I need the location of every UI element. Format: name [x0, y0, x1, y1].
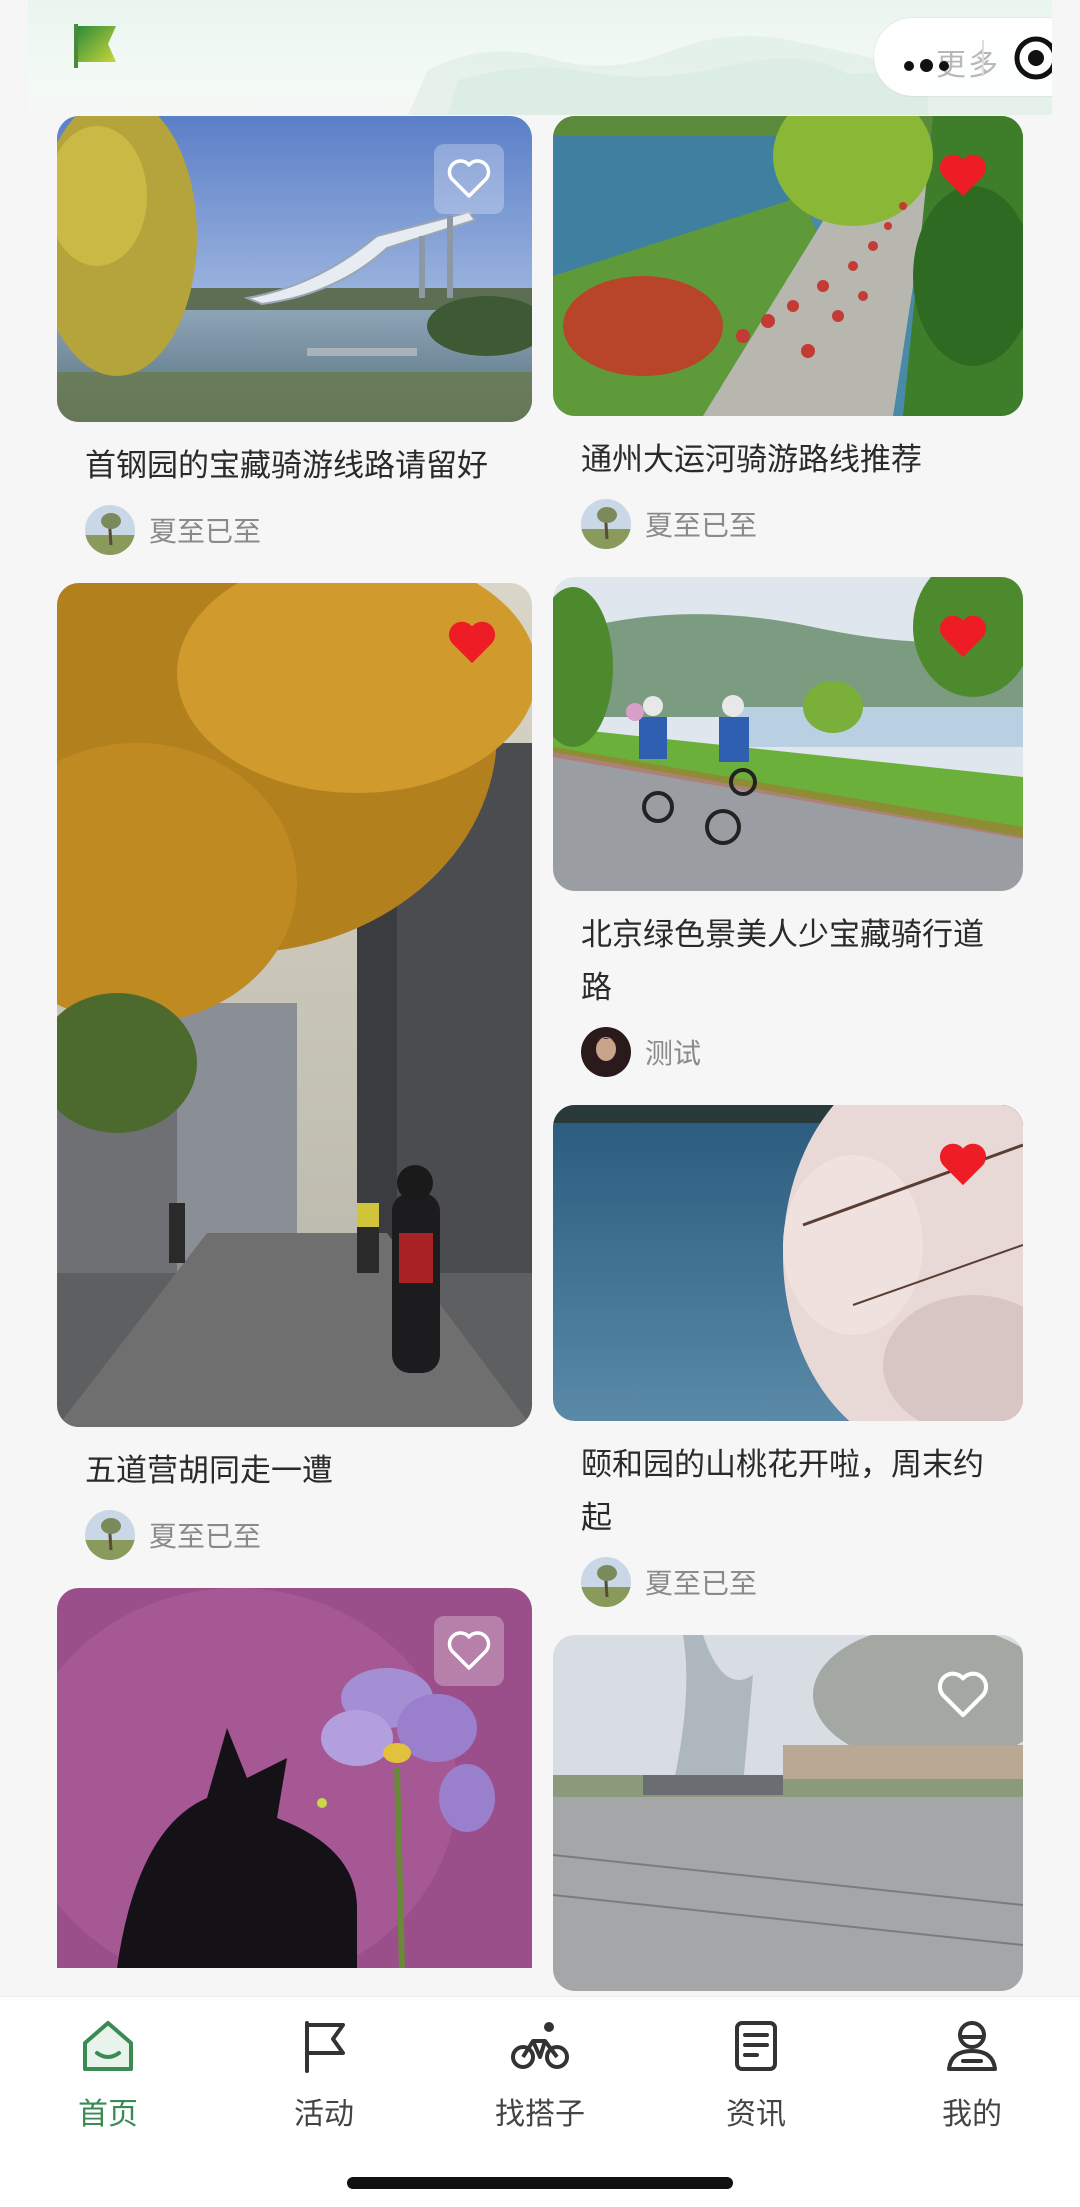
flag-icon [305, 2021, 345, 2073]
heart-filled-icon[interactable] [937, 1141, 989, 1189]
bottom-tab-bar: 首页 活动 找搭子 资讯 我的 [0, 1996, 1080, 2207]
post-card[interactable]: 北京绿色景美人少宝藏骑行道路 测试 [553, 577, 1023, 1079]
heart-outline-icon[interactable] [937, 1671, 989, 1719]
post-author: 夏至已至 [645, 509, 758, 542]
capsule-divider [982, 40, 984, 76]
feed-column-left: 首钢园的宝藏骑游线路请留好 夏至已至 五道营胡同走一遭 夏至已至 [57, 116, 532, 1994]
tab-label: 活动 [294, 2097, 354, 2132]
tab-label: 我的 [942, 2097, 1002, 2132]
post-author: 夏至已至 [149, 515, 262, 548]
post-card[interactable] [553, 1635, 1023, 1991]
heart-outline-icon [447, 159, 491, 198]
tab-label: 找搭子 [495, 2097, 585, 2132]
post-card[interactable] [57, 1588, 532, 1968]
post-card[interactable]: 通州大运河骑游路线推荐 夏至已至 [553, 116, 1023, 551]
post-author: 测试 [645, 1037, 702, 1070]
heart-filled-icon[interactable] [937, 152, 989, 200]
post-author: 夏至已至 [645, 1567, 758, 1600]
ski-jump-by-lake-photo [57, 116, 532, 422]
post-card[interactable]: 首钢园的宝藏骑游线路请留好 夏至已至 [57, 116, 532, 557]
post-card[interactable]: 颐和园的山桃花开啦，周末约起 夏至已至 [553, 1105, 1023, 1609]
post-title: 通州大运河骑游路线推荐 [581, 442, 922, 478]
post-title: 北京绿色景美人少宝藏骑行道路 [581, 917, 984, 1006]
home-icon [83, 2021, 133, 2071]
top-header: 更多 [28, 0, 1052, 115]
favorite-button[interactable] [434, 1616, 504, 1686]
tab-activities[interactable]: 活动 [244, 2015, 404, 2133]
riverside-cyclists-photo [553, 577, 1023, 891]
tab-label: 首页 [78, 2097, 138, 2132]
tab-label: 资讯 [726, 2097, 786, 2132]
post-author-row: 夏至已至 [57, 1498, 532, 1562]
post-title: 首钢园的宝藏骑游线路请留好 [85, 448, 488, 484]
tab-profile[interactable]: 我的 [892, 2015, 1052, 2133]
profile-icon [947, 2021, 997, 2071]
tab-home[interactable]: 首页 [28, 2015, 188, 2133]
feed-column-right: 通州大运河骑游路线推荐 夏至已至 北京绿色景美人少宝藏骑行道路 测试 颐和园的山… [553, 116, 1023, 2017]
post-title: 五道营胡同走一遭 [85, 1453, 333, 1489]
mini-program-capsule: 更多 [874, 18, 1052, 96]
green-flag-icon [74, 24, 116, 68]
hutong-autumn-street-photo [57, 583, 532, 1427]
heart-outline-icon [447, 1631, 491, 1670]
avatar [581, 499, 631, 549]
avatar [581, 1557, 631, 1607]
post-card[interactable]: 五道营胡同走一遭 夏至已至 [57, 583, 532, 1562]
tab-find-partner[interactable]: 找搭子 [460, 2015, 620, 2133]
home-indicator[interactable] [347, 2177, 733, 2189]
canal-cyclists-photo [553, 116, 1023, 416]
post-author-row: 夏至已至 [553, 487, 1023, 551]
target-circle-icon[interactable] [1012, 34, 1052, 82]
peach-blossom-lake-photo [553, 1105, 1023, 1421]
tab-news[interactable]: 资讯 [676, 2015, 836, 2133]
post-author-row: 夏至已至 [57, 493, 532, 557]
post-author: 夏至已至 [149, 1520, 262, 1553]
avatar [85, 1510, 135, 1560]
avatar [581, 1027, 631, 1077]
plaza-sculpture-photo [553, 1635, 1023, 1991]
heart-filled-icon[interactable] [937, 613, 989, 661]
post-author-row: 测试 [553, 1015, 1023, 1079]
black-cat-iris-painting [57, 1588, 532, 1968]
post-title: 颐和园的山桃花开啦，周末约起 [581, 1447, 984, 1536]
post-author-row: 夏至已至 [553, 1545, 1023, 1609]
bicycle-icon [511, 2022, 569, 2069]
more-dots-icon[interactable] [904, 56, 955, 75]
favorite-button[interactable] [434, 144, 504, 214]
news-icon [735, 2021, 777, 2071]
heart-filled-icon[interactable] [446, 619, 498, 667]
avatar [85, 505, 135, 555]
